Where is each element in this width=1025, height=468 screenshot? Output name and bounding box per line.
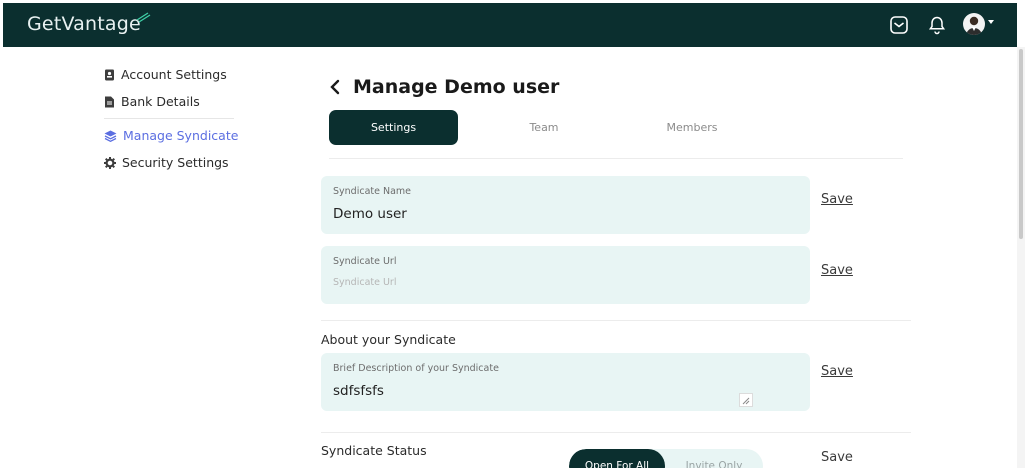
section-divider [321, 320, 911, 321]
sidebar-item-label: Manage Syndicate [123, 128, 239, 143]
tab-team[interactable]: Team [499, 110, 589, 145]
page-header: Manage Demo user [329, 76, 559, 98]
avatar-figure-icon [966, 16, 982, 35]
textarea-resize-handle-icon[interactable] [739, 393, 753, 407]
sidebar-item-label: Security Settings [122, 155, 229, 170]
gear-icon [104, 156, 116, 169]
page-title: Manage Demo user [353, 76, 560, 98]
mail-icon[interactable] [889, 15, 909, 35]
user-avatar[interactable] [963, 13, 985, 35]
tab-settings[interactable]: Settings [329, 110, 458, 145]
brand-logo[interactable]: GetVantage [27, 13, 141, 35]
status-option-open-for-all[interactable]: Open For All [569, 449, 665, 468]
syndicate-status-toggle[interactable]: Open For All Invite Only [569, 449, 763, 468]
sidebar-item-bank-details[interactable]: Bank Details [104, 94, 200, 109]
syndicate-url-label: Syndicate Url [333, 256, 397, 267]
top-nav-bar: GetVantage [3, 3, 1017, 47]
syndicate-name-value[interactable]: Demo user [333, 206, 407, 222]
save-syndicate-name-button[interactable]: Save [821, 192, 853, 207]
sidebar-divider [104, 118, 234, 119]
sidebar-item-account-settings[interactable]: Account Settings [104, 67, 227, 82]
syndicate-url-field[interactable]: Syndicate Url [321, 246, 810, 304]
tabs-divider [329, 158, 903, 159]
status-option-invite-only[interactable]: Invite Only [665, 449, 763, 468]
syndicate-status-heading: Syndicate Status [321, 443, 427, 458]
user-menu-chevron-down-icon[interactable] [988, 20, 994, 24]
syndicate-url-input[interactable] [333, 277, 733, 288]
sidebar-item-security-settings[interactable]: Security Settings [104, 155, 229, 170]
syndicate-description-value[interactable]: sdfsfsfs [333, 383, 384, 399]
sidebar-item-label: Bank Details [121, 94, 200, 109]
sidebar-item-manage-syndicate[interactable]: Manage Syndicate [104, 128, 238, 143]
document-icon [105, 96, 114, 107]
syndicate-description-label: Brief Description of your Syndicate [333, 363, 499, 374]
layers-icon [104, 130, 117, 142]
syndicate-name-field[interactable]: Syndicate Name Demo user [321, 176, 810, 234]
save-description-button[interactable]: Save [821, 364, 853, 379]
bell-icon[interactable] [927, 15, 947, 35]
badge-icon [105, 69, 114, 80]
brand-logo-mark-icon [136, 12, 151, 23]
syndicate-name-label: Syndicate Name [333, 186, 412, 197]
section-divider [321, 432, 911, 433]
app-window: GetVantage Account Settings Bank Details… [3, 3, 1017, 468]
save-syndicate-url-button[interactable]: Save [821, 263, 853, 278]
save-status-button[interactable]: Save [821, 450, 853, 465]
about-syndicate-heading: About your Syndicate [321, 332, 456, 347]
back-chevron-icon[interactable] [329, 79, 341, 95]
page-scrollbar[interactable] [1017, 47, 1025, 468]
tab-members[interactable]: Members [647, 110, 737, 145]
sidebar-item-label: Account Settings [121, 67, 227, 82]
syndicate-description-field[interactable]: Brief Description of your Syndicate sdfs… [321, 353, 810, 411]
scrollbar-thumb[interactable] [1019, 49, 1023, 239]
